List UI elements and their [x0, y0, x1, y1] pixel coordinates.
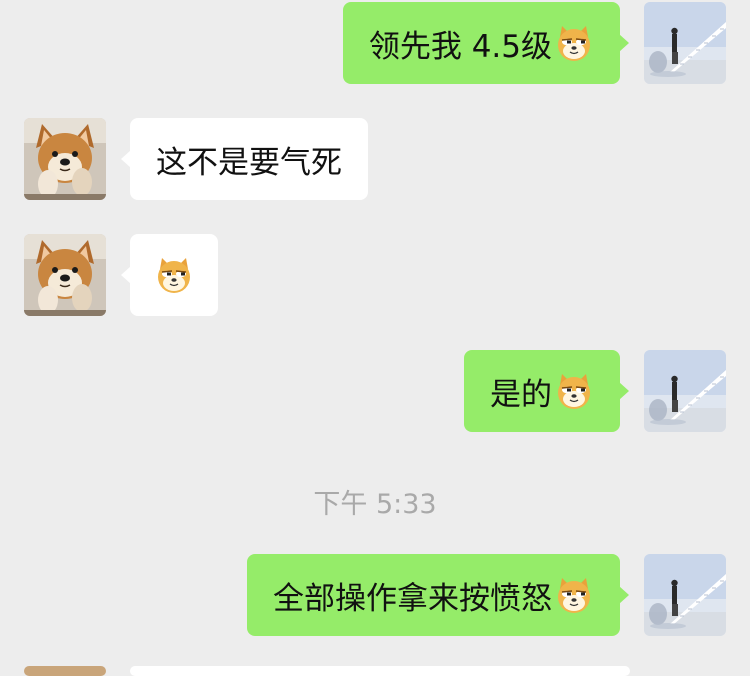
doge-emoji-icon — [554, 23, 594, 63]
message-text: 这不是要气死 — [156, 144, 342, 181]
shiba-dog-avatar-icon — [24, 118, 106, 200]
message-bubble-theirs[interactable]: 这不是要气死 — [121, 118, 368, 200]
friend-avatar[interactable] — [24, 234, 106, 316]
message-bubble-mine[interactable]: 全部操作拿来按愤怒 — [247, 554, 629, 636]
my-avatar[interactable] — [644, 350, 726, 432]
my-avatar[interactable] — [644, 2, 726, 84]
shiba-dog-avatar-icon — [24, 234, 106, 316]
doge-emoji-icon — [554, 371, 594, 411]
message-text: 全部操作拿来按愤怒 — [273, 580, 552, 617]
message-bubble-partial[interactable] — [130, 666, 630, 676]
message-text: 领先我 4.5级 — [368, 28, 552, 65]
friend-avatar[interactable] — [24, 118, 106, 200]
message-bubble-mine[interactable]: 领先我 4.5级 — [342, 2, 630, 84]
man-on-stairs-avatar-icon — [644, 350, 726, 432]
doge-emoji-icon — [154, 255, 194, 295]
doge-emoji-icon — [554, 575, 594, 615]
message-bubble-theirs[interactable] — [121, 234, 218, 316]
message-bubble-mine[interactable]: 是的 — [464, 350, 629, 432]
friend-avatar-partial[interactable] — [24, 666, 106, 676]
man-on-stairs-avatar-icon — [644, 2, 726, 84]
message-text: 是的 — [490, 376, 552, 413]
man-on-stairs-avatar-icon — [644, 554, 726, 636]
chat-timestamp: 下午 5:33 — [313, 489, 437, 520]
my-avatar[interactable] — [644, 554, 726, 636]
